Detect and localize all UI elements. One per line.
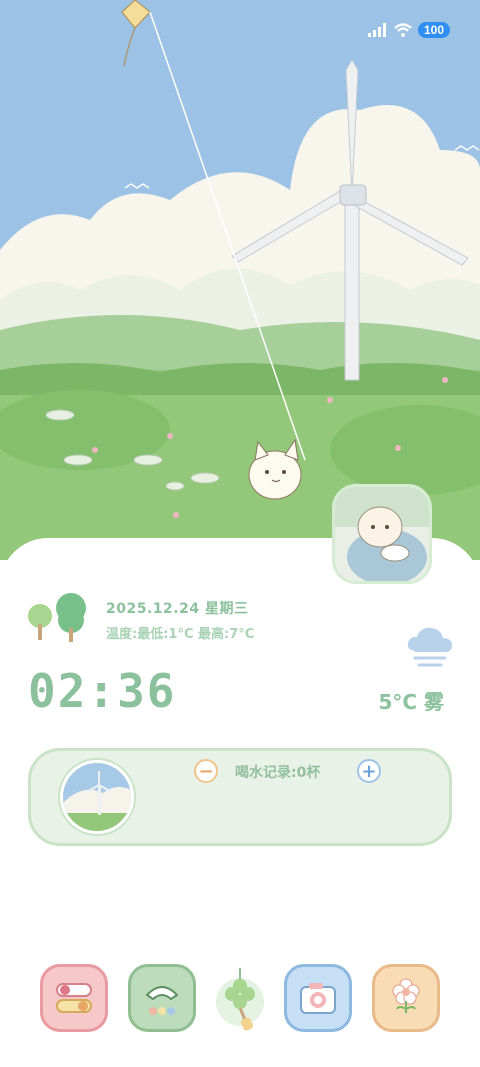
clover-charm-icon xyxy=(216,968,264,1031)
status-bar: 100 xyxy=(367,22,450,38)
reading-dog-image xyxy=(335,487,429,581)
water-widget-image xyxy=(60,760,134,834)
dock-app-phone[interactable] xyxy=(128,964,196,1032)
toggle-icon xyxy=(56,983,92,1013)
clock-time: 02:36 xyxy=(28,664,177,718)
fog-cloud-icon xyxy=(407,627,452,667)
dock-app-settings[interactable] xyxy=(40,964,108,1032)
dock-app-camera[interactable] xyxy=(284,964,352,1032)
phone-icon xyxy=(145,986,179,1015)
battery-indicator: 100 xyxy=(417,22,450,38)
flower-icon xyxy=(392,978,420,1013)
temperature-range: 温度:最低:1°C 最高:7°C xyxy=(106,627,255,642)
avatar[interactable] xyxy=(332,484,432,584)
wifi-icon xyxy=(394,23,412,37)
wallpaper xyxy=(0,0,480,560)
dock-app-clover[interactable] xyxy=(206,964,274,1032)
weather-text: 5°C 雾 xyxy=(378,690,444,714)
signal-icon xyxy=(367,23,386,37)
camera-icon xyxy=(300,983,336,1014)
minus-icon: − xyxy=(198,760,214,782)
dock-app-flower[interactable] xyxy=(372,964,440,1032)
plus-icon: + xyxy=(361,760,377,782)
minus-button[interactable]: − xyxy=(194,759,218,783)
trees-icon xyxy=(28,593,86,642)
date-text: 2025.12.24 星期三 xyxy=(106,601,249,617)
water-record-label: 喝水记录:0杯 xyxy=(235,765,321,781)
plus-button[interactable]: + xyxy=(357,759,381,783)
